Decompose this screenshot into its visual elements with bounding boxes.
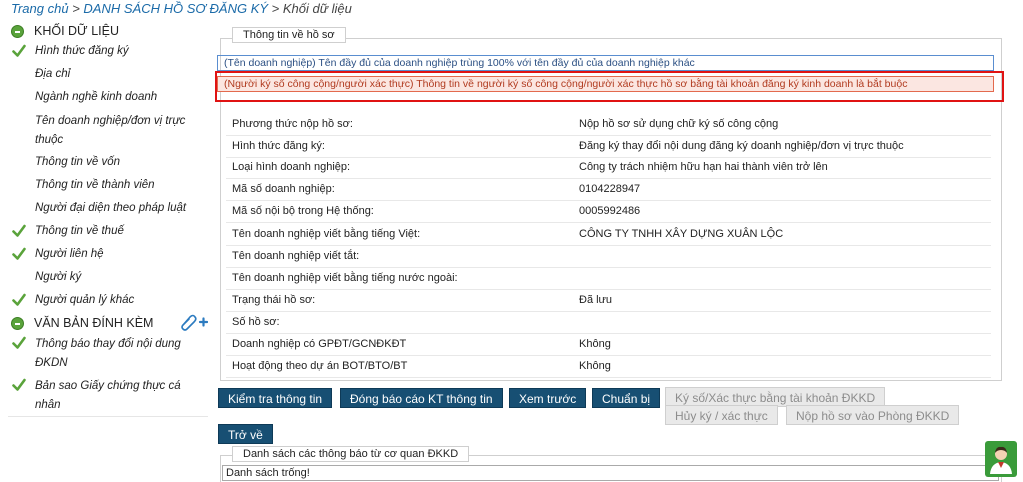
sidebar-item-label: Thông tin về thành viên: [35, 179, 155, 191]
info-label: Mã số doanh nghiệp:: [232, 183, 335, 195]
sidebar-item[interactable]: Ngành nghề kinh doanh: [8, 86, 208, 109]
sidebar-item-label: Thông tin về vốn: [35, 156, 121, 168]
info-row: Tên doanh nghiệp viết tắt:: [232, 246, 992, 267]
info-row: Mã số doanh nghiệp: 0104228947: [232, 179, 992, 200]
sidebar-item[interactable]: Người liên hệ: [8, 243, 208, 266]
section-title: VĂN BẢN ĐÍNH KÈM: [34, 316, 154, 330]
close-report-button[interactable]: Đóng báo cáo KT thông tin: [340, 388, 503, 408]
prepare-button[interactable]: Chuẩn bị: [592, 388, 661, 408]
attachment-items: Thông báo thay đổi nội dung ĐKDN Bản sao …: [8, 332, 208, 416]
info-value: Công ty trách nhiệm hữu hạn hai thành vi…: [579, 161, 828, 173]
info-label: Doanh nghiệp có GPĐT/GCNĐKĐT: [232, 338, 407, 350]
row-divider: [226, 377, 991, 378]
info-label: Hoạt động theo dự án BOT/BTO/BT: [232, 360, 408, 372]
sidebar-item-label: Thông tin về thuế: [35, 225, 124, 237]
info-label: Tên doanh nghiệp viết bằng tiếng nước ng…: [232, 272, 458, 284]
info-label: Hình thức đăng ký:: [232, 140, 325, 152]
info-row: Hoạt động theo dự án BOT/BTO/BT Không: [232, 356, 992, 377]
info-value: Không: [579, 360, 611, 372]
error-highlight-box: [215, 71, 1004, 102]
sidebar-item-label: Người quản lý khác: [35, 294, 135, 306]
info-label: Phương thức nộp hồ sơ:: [232, 118, 353, 130]
sidebar-item[interactable]: Thông tin về vốn: [8, 151, 208, 174]
paperclip-add-icon[interactable]: [178, 313, 208, 331]
sidebar: KHỐI DỮ LIỆU Hình thức đăng ký Địa chỉ Ngà…: [8, 22, 208, 417]
cancel-sign-button[interactable]: Hủy ký / xác thực: [665, 405, 778, 425]
info-label: Mã số nội bộ trong Hệ thống:: [232, 205, 374, 217]
info-value: Đăng ký thay đổi nội dung đăng ký doanh …: [579, 140, 904, 152]
collapse-icon[interactable]: [11, 317, 24, 330]
sidebar-item-label: Tên doanh nghiệp/đơn vị trực thuộc: [35, 115, 186, 146]
info-row: Hình thức đăng ký: Đăng ký thay đổi nội d…: [232, 136, 992, 157]
sidebar-item-label: Bản sao Giấy chứng thực cá nhân: [35, 380, 181, 411]
notices-legend: Danh sách các thông báo từ cơ quan ĐKKD: [232, 446, 470, 462]
sign-button[interactable]: Ký số/Xác thực bằng tài khoản ĐKKD: [665, 387, 886, 407]
sidebar-item[interactable]: Người ký: [8, 266, 208, 289]
panel-legend: Thông tin về hồ sơ: [232, 27, 346, 43]
check-icon: [12, 293, 26, 306]
info-row: Doanh nghiệp có GPĐT/GCNĐKĐT Không: [232, 334, 992, 355]
info-label: Trạng thái hồ sơ:: [232, 294, 316, 306]
check-info-button[interactable]: Kiểm tra thông tin: [218, 388, 333, 408]
sidebar-item[interactable]: Thông báo thay đổi nội dung ĐKDN: [8, 332, 208, 374]
sidebar-item[interactable]: Người quản lý khác: [8, 289, 208, 312]
info-row: Tên doanh nghiệp viết bằng tiếng nước ng…: [232, 268, 992, 289]
info-row: Số hồ sơ:: [232, 312, 992, 333]
sidebar-item[interactable]: Người đại diện theo pháp luật: [8, 197, 208, 220]
info-notice: (Tên doanh nghiệp) Tên đầy đủ của doanh …: [217, 55, 994, 71]
info-value: Đã lưu: [579, 294, 613, 306]
info-value: Nộp hồ sơ sử dụng chữ ký số công cộng: [579, 118, 779, 130]
section-attachments[interactable]: VĂN BẢN ĐÍNH KÈM: [8, 314, 208, 332]
info-row: Loại hình doanh nghiệp: Công ty trách nhi…: [232, 157, 992, 178]
info-row: Phương thức nộp hồ sơ: Nộp hồ sơ sử dụng …: [232, 114, 992, 135]
support-agent-icon: [990, 446, 1012, 474]
breadcrumb-list-link[interactable]: DANH SÁCH HỒ SƠ ĐĂNG KÝ: [83, 1, 268, 16]
sidebar-item[interactable]: Thông tin về thuế: [8, 220, 208, 243]
sidebar-item-label: Người liên hệ: [35, 248, 104, 260]
info-value: Không: [579, 338, 611, 350]
sidebar-item-label: Người ký: [35, 271, 82, 283]
section-title: KHỐI DỮ LIỆU: [34, 24, 119, 38]
info-label: Tên doanh nghiệp viết tắt:: [232, 250, 360, 262]
row-divider: [226, 222, 991, 223]
sidebar-item-label: Địa chỉ: [35, 68, 71, 80]
check-icon: [12, 224, 26, 237]
check-icon: [12, 44, 26, 57]
sidebar-items: Hình thức đăng ký Địa chỉ Ngành nghề kinh …: [8, 40, 208, 312]
info-value: 0005992486: [579, 205, 641, 217]
breadcrumb-current: Khối dữ liệu: [282, 1, 352, 16]
check-icon: [12, 336, 26, 349]
sidebar-item-label: Ngành nghề kinh doanh: [35, 91, 158, 103]
breadcrumb-separator: >: [68, 1, 84, 16]
sidebar-item[interactable]: Địa chỉ: [8, 63, 208, 86]
check-icon: [12, 378, 26, 391]
breadcrumb-home-link[interactable]: Trang chủ: [11, 1, 69, 16]
sidebar-item[interactable]: Bản sao Giấy chứng thực cá nhân: [8, 374, 208, 416]
check-icon: [12, 247, 26, 260]
collapse-icon[interactable]: [11, 25, 24, 38]
sidebar-item-label: Hình thức đăng ký: [35, 45, 129, 57]
sidebar-item-label: Thông báo thay đổi nội dung ĐKDN: [35, 338, 181, 369]
info-row: Mã số nội bộ trong Hệ thống: 0005992486: [232, 201, 992, 222]
back-button[interactable]: Trở về: [218, 424, 273, 444]
preview-button[interactable]: Xem trước: [509, 388, 587, 408]
info-label: Loại hình doanh nghiệp:: [232, 161, 351, 173]
sidebar-item[interactable]: Hình thức đăng ký: [8, 40, 208, 63]
sidebar-item[interactable]: Thông tin về thành viên: [8, 174, 208, 197]
info-label: Số hồ sơ:: [232, 316, 280, 328]
sidebar-item[interactable]: Tên doanh nghiệp/đơn vị trực thuộc: [8, 109, 208, 151]
support-agent-button[interactable]: [985, 441, 1017, 477]
info-value: CÔNG TY TNHH XÂY DỰNG XUÂN LỘC: [579, 228, 784, 240]
sidebar-item-label: Người đại diện theo pháp luật: [35, 202, 187, 214]
empty-list-message: Danh sách trống!: [222, 465, 999, 481]
info-row: Trạng thái hồ sơ: Đã lưu: [232, 290, 992, 311]
info-row: Tên doanh nghiệp viết bằng tiếng Việt: CÔ…: [232, 224, 992, 245]
submit-button[interactable]: Nộp hồ sơ vào Phòng ĐKKD: [786, 405, 960, 425]
breadcrumb: Trang chủ > DANH SÁCH HỒ SƠ ĐĂNG KÝ > Kh…: [11, 1, 352, 16]
info-label: Tên doanh nghiệp viết bằng tiếng Việt:: [232, 228, 421, 240]
section-data-blocks[interactable]: KHỐI DỮ LIỆU: [8, 22, 208, 40]
breadcrumb-separator: >: [268, 1, 283, 16]
info-value: 0104228947: [579, 183, 641, 195]
